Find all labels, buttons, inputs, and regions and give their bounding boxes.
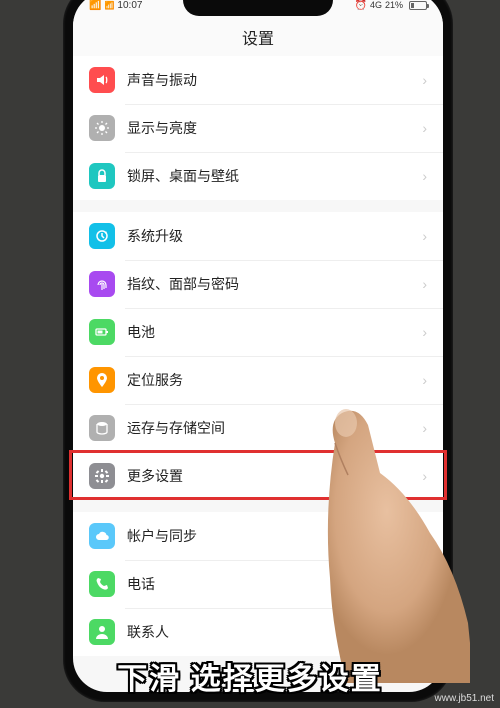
caption: 下滑 选择更多设置 <box>0 654 500 698</box>
more-settings-icon <box>89 463 115 489</box>
row-label: 指纹、面部与密码 <box>127 274 422 294</box>
chevron-right-icon: › <box>422 120 427 136</box>
system-update-icon <box>89 223 115 249</box>
settings-row-biometrics[interactable]: 指纹、面部与密码› <box>73 260 443 308</box>
chevron-right-icon: › <box>422 168 427 184</box>
battery-icon <box>409 1 427 10</box>
chevron-right-icon: › <box>422 576 427 592</box>
chevron-right-icon: › <box>422 624 427 640</box>
settings-row-storage[interactable]: 运存与存储空间› <box>73 404 443 452</box>
row-label: 定位服务 <box>127 370 422 390</box>
chevron-right-icon: › <box>422 324 427 340</box>
phone-icon <box>89 571 115 597</box>
accounts-icon <box>89 523 115 549</box>
phone-screen: 📶 📶 10:07 ⏰ 4G 21% 设置 声音与振动›显示与亮度›锁屏、桌面与… <box>73 0 443 692</box>
settings-row-more-settings[interactable]: 更多设置› <box>73 452 443 500</box>
location-icon <box>89 367 115 393</box>
row-label: 系统升级 <box>127 226 422 246</box>
row-label: 更多设置 <box>127 466 422 486</box>
settings-row-battery[interactable]: 电池› <box>73 308 443 356</box>
settings-row-sound[interactable]: 声音与振动› <box>73 56 443 104</box>
status-time: 10:07 <box>117 0 142 11</box>
settings-row-location[interactable]: 定位服务› <box>73 356 443 404</box>
settings-list[interactable]: 声音与振动›显示与亮度›锁屏、桌面与壁纸›系统升级›指纹、面部与密码›电池›定位… <box>73 56 443 656</box>
storage-icon <box>89 415 115 441</box>
row-label: 帐户与同步 <box>127 526 422 546</box>
page-header: 设置 <box>73 18 443 56</box>
battery-icon <box>89 319 115 345</box>
page-title: 设置 <box>242 25 274 49</box>
lock-icon <box>89 163 115 189</box>
settings-row-display[interactable]: 显示与亮度› <box>73 104 443 152</box>
signal-icon: 📶 <box>89 0 101 11</box>
row-label: 运存与存储空间 <box>127 418 422 438</box>
settings-row-phone[interactable]: 电话› <box>73 560 443 608</box>
network-label: 4G <box>370 0 382 10</box>
chevron-right-icon: › <box>422 372 427 388</box>
biometrics-icon <box>89 271 115 297</box>
battery-pct: 21% <box>385 0 403 10</box>
row-label: 联系人 <box>127 622 422 642</box>
row-label: 锁屏、桌面与壁纸 <box>127 166 422 186</box>
chevron-right-icon: › <box>422 276 427 292</box>
display-icon <box>89 115 115 141</box>
chevron-right-icon: › <box>422 420 427 436</box>
phone-frame: 📶 📶 10:07 ⏰ 4G 21% 设置 声音与振动›显示与亮度›锁屏、桌面与… <box>63 0 453 702</box>
settings-row-system-update[interactable]: 系统升级› <box>73 212 443 260</box>
sound-icon <box>89 67 115 93</box>
alarm-icon: ⏰ <box>355 0 367 11</box>
settings-row-contacts[interactable]: 联系人› <box>73 608 443 656</box>
chevron-right-icon: › <box>422 72 427 88</box>
notch <box>183 0 333 16</box>
settings-row-accounts[interactable]: 帐户与同步› <box>73 512 443 560</box>
settings-row-lock[interactable]: 锁屏、桌面与壁纸› <box>73 152 443 200</box>
contacts-icon <box>89 619 115 645</box>
chevron-right-icon: › <box>422 228 427 244</box>
signal-text: 📶 <box>104 1 114 10</box>
row-label: 声音与振动 <box>127 70 422 90</box>
row-label: 电池 <box>127 322 422 342</box>
chevron-right-icon: › <box>422 468 427 484</box>
chevron-right-icon: › <box>422 528 427 544</box>
watermark: www.jb51.net <box>435 693 494 704</box>
row-label: 电话 <box>127 574 422 594</box>
row-label: 显示与亮度 <box>127 118 422 138</box>
